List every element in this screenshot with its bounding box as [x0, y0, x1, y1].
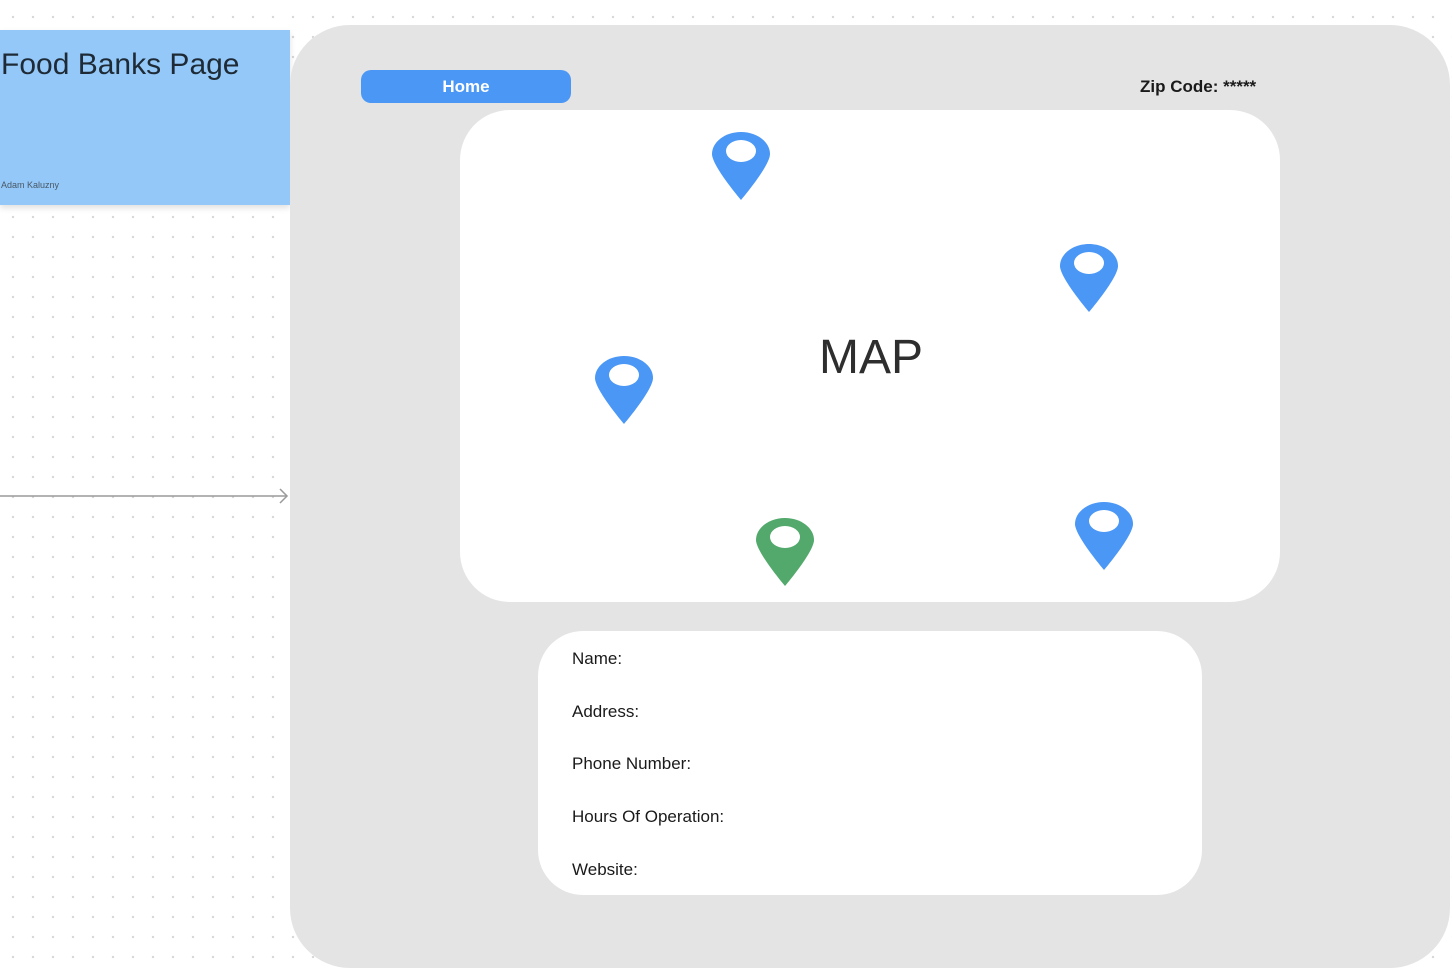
map-pin-3[interactable] — [594, 354, 654, 426]
map-pin-icon — [1060, 244, 1118, 312]
hours-of-operation-label: Hours Of Operation: — [572, 807, 725, 826]
page-title: Food Banks Page — [1, 48, 240, 81]
author-label: Adam Kaluzny — [1, 180, 60, 190]
map-pin-icon — [595, 356, 653, 424]
map-pin-icon — [1075, 502, 1133, 570]
phone-number-label: Phone Number: — [572, 754, 692, 773]
map-label: MAP — [819, 331, 924, 384]
map-pin-icon — [712, 132, 770, 200]
home-button[interactable]: Home — [361, 70, 571, 103]
map-pin-selected[interactable] — [755, 516, 815, 588]
zip-code-label: Zip Code: ***** — [1140, 77, 1257, 96]
connector-arrow — [0, 488, 289, 504]
map-pin-1[interactable] — [711, 130, 771, 202]
map-pin-icon — [756, 518, 814, 586]
map-pin-2[interactable] — [1059, 242, 1119, 314]
address-label: Address: — [572, 702, 640, 721]
map-pin-5[interactable] — [1074, 500, 1134, 572]
name-label: Name: — [572, 649, 623, 668]
website-label: Website: — [572, 860, 638, 879]
